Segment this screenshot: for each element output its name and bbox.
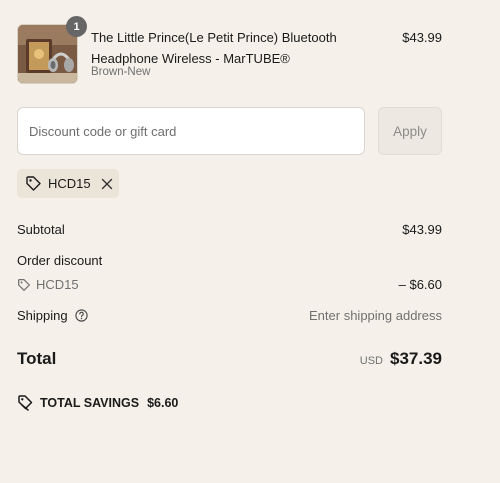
quantity-badge: 1 [66,16,87,37]
currency-code: USD [359,355,383,367]
discount-value: – $6.60 [398,277,442,292]
discount-code-input[interactable] [17,107,365,155]
savings-tag-icon [17,394,34,411]
line-item: 1 The Little Prince(Le Petit Prince) Blu… [17,16,442,84]
shipping-row: Shipping Enter shipping address [17,308,442,323]
product-thumbnail: 1 [17,16,87,84]
subtotal-label: Subtotal [17,222,65,237]
total-amount: $37.39 [390,349,442,368]
order-discount-row: Order discount [17,253,442,268]
savings-amount: $6.60 [147,395,179,410]
savings-label: TOTAL SAVINGS [40,395,140,410]
order-discount-label: Order discount [17,253,103,268]
applied-discount-chip: HCD15 [17,169,119,198]
close-icon[interactable] [100,177,114,191]
tag-icon [25,175,42,192]
product-price: $43.99 [402,30,442,45]
shipping-label: Shipping [17,308,68,323]
total-savings: TOTAL SAVINGS $6.60 [17,394,178,411]
tag-icon [17,278,31,292]
subtotal-value: $43.99 [402,222,442,237]
product-title: The Little Prince(Le Petit Prince) Bluet… [91,30,337,66]
apply-button[interactable]: Apply [378,107,442,155]
shipping-value: Enter shipping address [309,308,442,323]
subtotal-row: Subtotal $43.99 [17,222,442,237]
total-label: Total [17,349,57,368]
product-variant: Brown-New [91,66,151,78]
help-circle-icon[interactable] [74,309,88,322]
discount-code-label: HCD15 [36,277,79,292]
applied-code-label: HCD15 [48,176,91,191]
discount-code-row: HCD15 – $6.60 [17,277,442,292]
total-amount-group: USD $37.39 [360,349,442,369]
